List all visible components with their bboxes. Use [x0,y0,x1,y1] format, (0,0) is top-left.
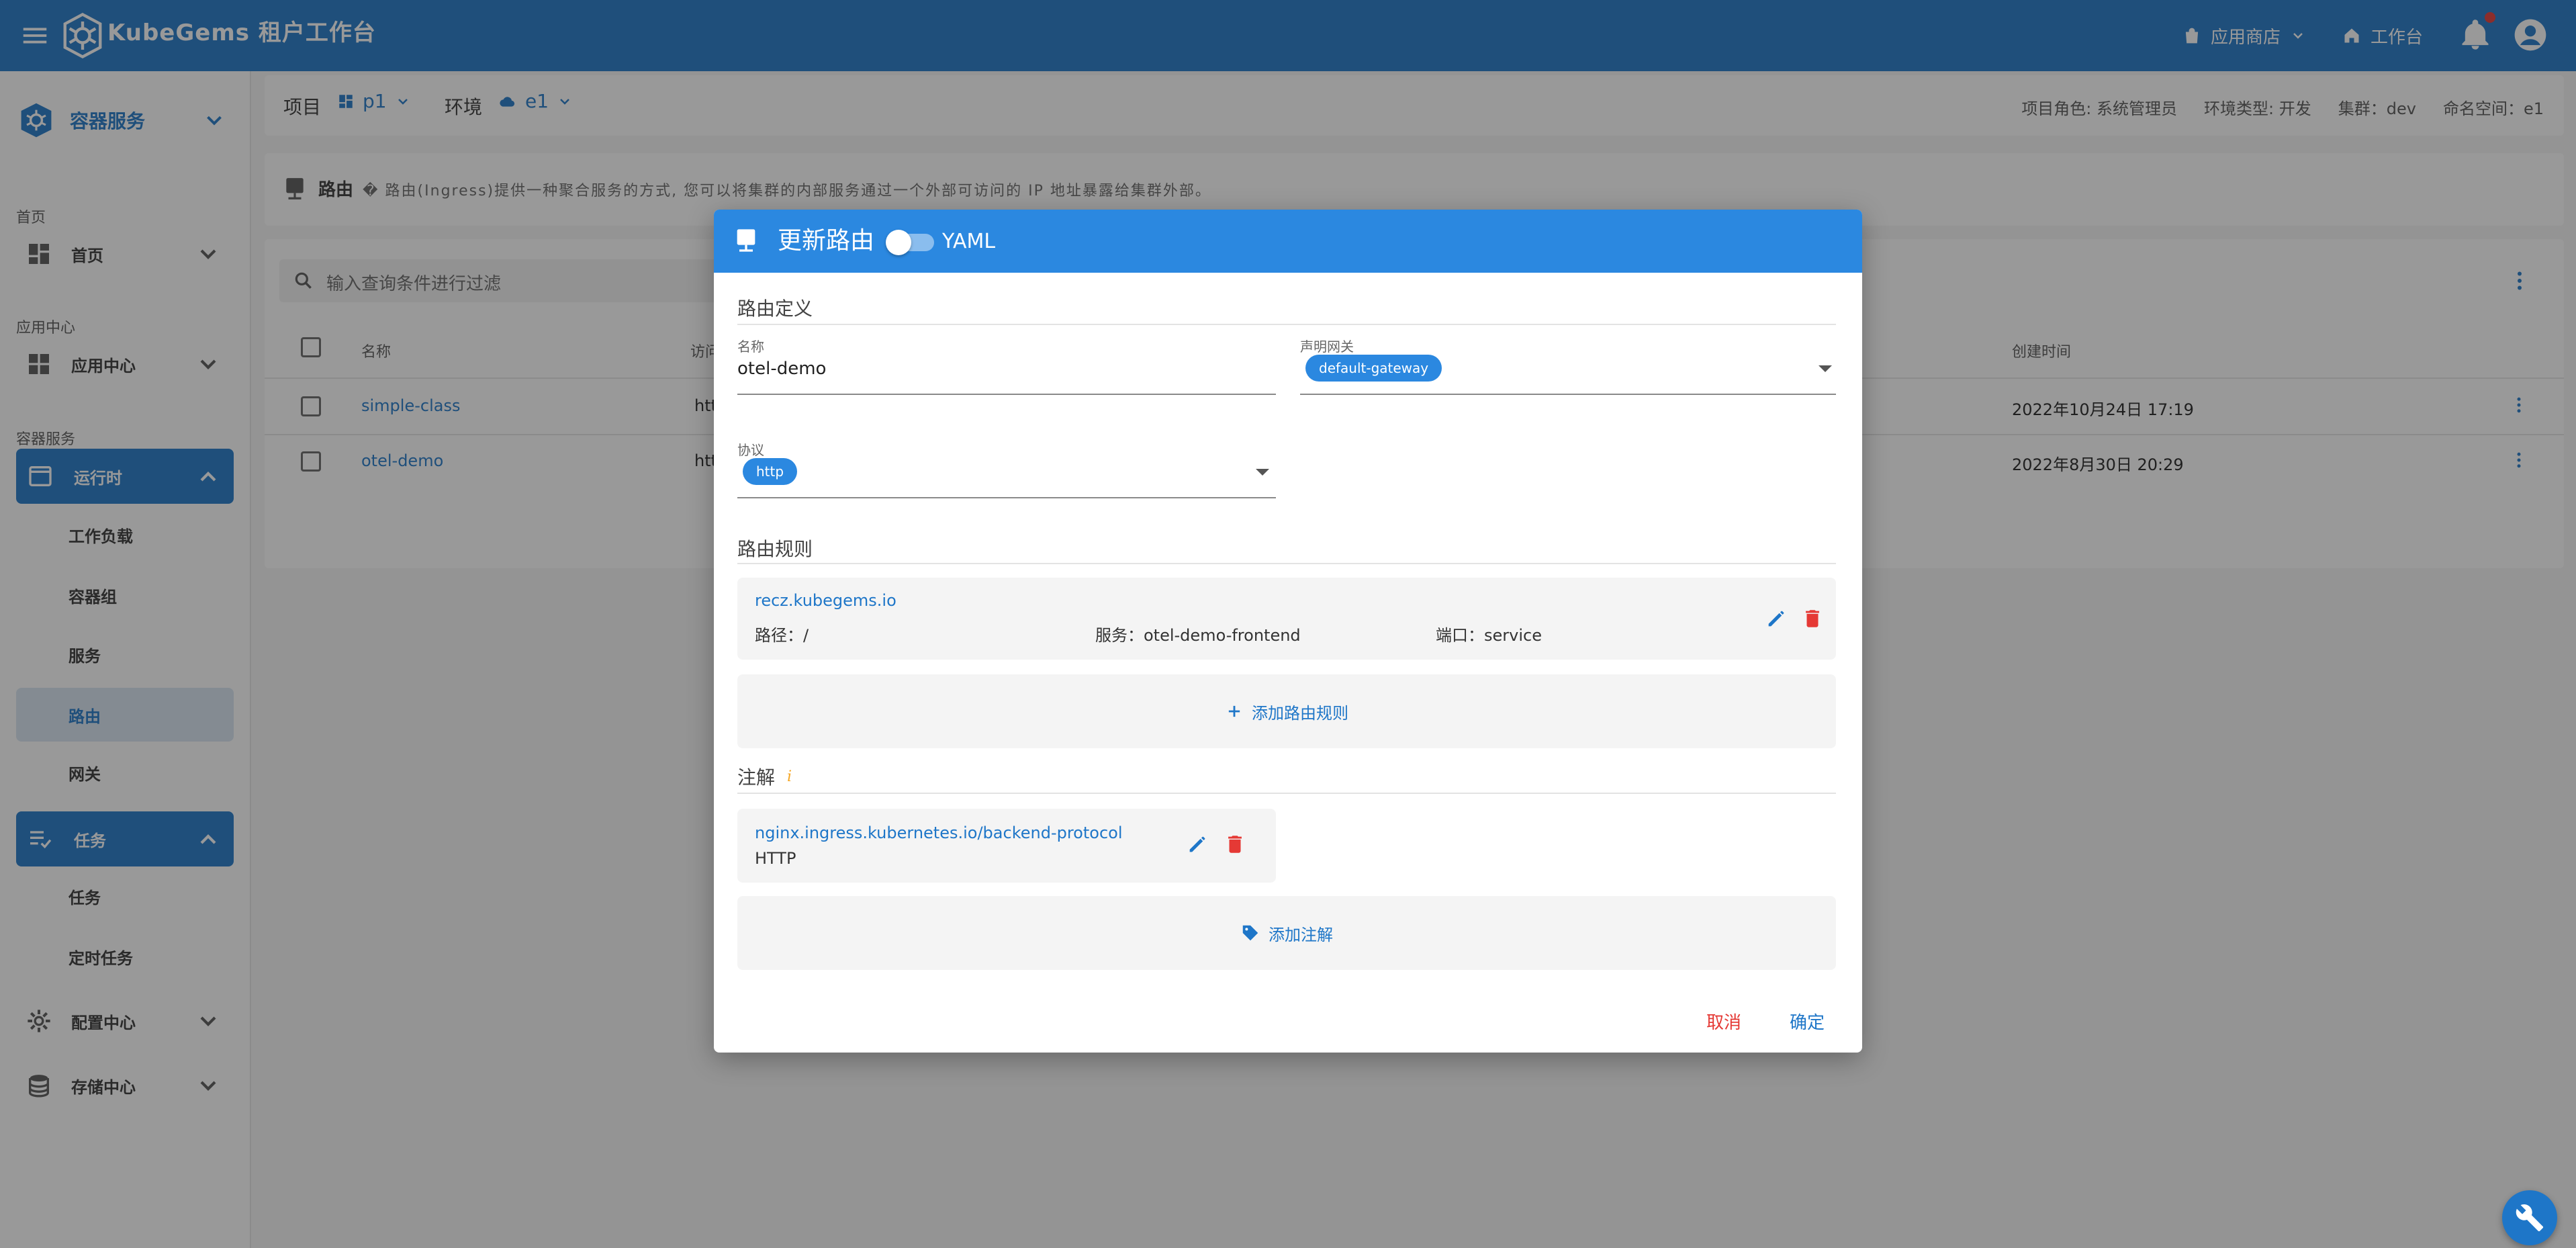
protocol-field-label: 协议 [737,442,764,458]
protocol-field-underline [737,497,1276,498]
tools-fab[interactable] [2502,1190,2557,1245]
annotation-value: HTTP [755,849,796,868]
delete-icon[interactable] [1801,607,1824,630]
confirm-button[interactable]: 确定 [1790,1009,1825,1034]
edit-icon[interactable] [1186,833,1209,856]
info-icon[interactable]: i [787,768,792,785]
name-field-underline [737,394,1276,395]
wrench-icon [2516,1204,2544,1232]
add-route-rule-label: 添加路由规则 [1252,703,1348,723]
gateway-field-label: 声明网关 [1300,339,1354,355]
dropdown-caret-icon [1256,469,1269,476]
gateway-field-underline [1300,394,1836,395]
section-route-rules: 路由规则 [737,538,813,560]
yaml-toggle-label: YAML [942,230,996,253]
cancel-button[interactable]: 取消 [1706,1009,1741,1034]
rule-port: 端口：service [1436,626,1542,645]
yaml-toggle[interactable] [886,230,911,255]
annotation-key: nginx.ingress.kubernetes.io/backend-prot… [755,823,1123,842]
dropdown-caret-icon [1819,365,1832,372]
plus-icon [1228,705,1240,717]
section-divider [737,563,1836,564]
section-divider [737,793,1836,794]
route-rule-card: recz.kubegems.io 路径：/ 服务：otel-demo-front… [737,578,1836,660]
gateway-chip: default-gateway [1305,355,1442,382]
update-ingress-dialog: 更新路由 YAML 路由定义 名称 otel-demo 声明网关 default… [714,210,1862,1053]
section-annotations-title: 注解 [737,766,776,789]
router-icon [737,229,755,252]
name-field[interactable]: 名称 otel-demo [737,336,1276,398]
edit-icon[interactable] [1765,607,1788,630]
section-annotations: 注解 i [737,763,792,790]
name-field-label: 名称 [737,339,764,355]
protocol-select[interactable]: 协议 http [737,439,1276,501]
rule-host: recz.kubegems.io [755,591,896,610]
rule-path: 路径：/ [755,626,809,645]
protocol-chip: http [743,458,798,485]
name-field-value: otel-demo [737,359,827,379]
section-divider [737,324,1836,325]
annotation-card: nginx.ingress.kubernetes.io/backend-prot… [737,809,1276,883]
gateway-select[interactable]: 声明网关 default-gateway [1300,336,1836,398]
section-route-definition: 路由定义 [737,298,813,320]
delete-icon[interactable] [1224,833,1246,856]
dialog-header: 更新路由 YAML [714,210,1862,273]
tag-plus-icon [1242,925,1258,941]
add-annotation-label: 添加注解 [1269,925,1333,944]
add-route-rule-button[interactable]: 添加路由规则 [737,674,1836,748]
add-annotation-button[interactable]: 添加注解 [737,896,1836,970]
dialog-title: 更新路由 [778,227,875,255]
rule-service: 服务：otel-demo-frontend [1095,626,1301,645]
